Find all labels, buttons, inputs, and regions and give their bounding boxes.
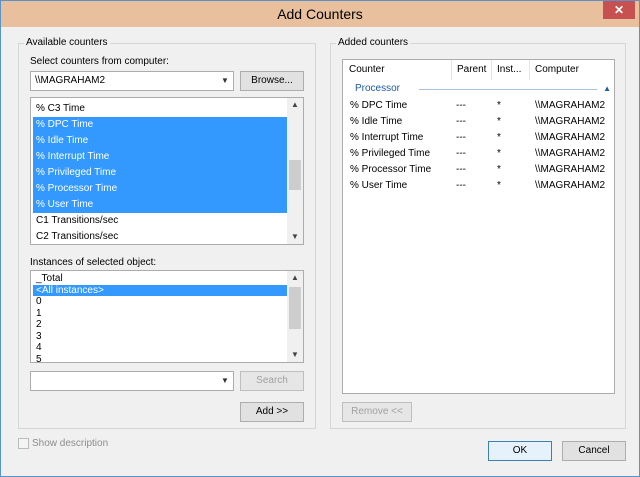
added-computer-cell: \\MAGRAHAM2 <box>535 132 606 143</box>
added-parent-cell: --- <box>456 164 466 175</box>
added-computer-cell: \\MAGRAHAM2 <box>535 164 606 175</box>
table-row[interactable]: % Privileged Time --- * \\MAGRAHAM2 <box>343 146 614 162</box>
added-instance-cell: * <box>497 116 501 127</box>
counters-scroll-thumb[interactable] <box>289 160 301 190</box>
ok-button[interactable]: OK <box>488 441 552 461</box>
counter-item[interactable]: C1 Transitions/sec <box>33 213 287 229</box>
processor-group-label: Processor <box>355 83 401 94</box>
search-button[interactable]: Search <box>240 371 304 391</box>
table-row[interactable]: % Processor Time --- * \\MAGRAHAM2 <box>343 162 614 178</box>
instance-item[interactable]: 4 <box>33 342 287 354</box>
instance-item[interactable]: 0 <box>33 296 287 308</box>
search-input[interactable]: ▼ <box>30 371 234 391</box>
counters-list[interactable]: % C3 Time% DPC Time% Idle Time% Interrup… <box>30 97 304 245</box>
table-row[interactable]: % Interrupt Time --- * \\MAGRAHAM2 <box>343 130 614 146</box>
column-computer[interactable]: Computer <box>529 60 615 80</box>
chevron-up-icon[interactable]: ▲ <box>287 98 303 112</box>
chevron-up-icon[interactable]: ▲ <box>603 82 611 96</box>
add-button[interactable]: Add >> <box>240 402 304 422</box>
added-computer-cell: \\MAGRAHAM2 <box>535 148 606 159</box>
counter-item[interactable]: % Interrupt Time <box>33 149 287 165</box>
table-row[interactable]: % User Time --- * \\MAGRAHAM2 <box>343 178 614 194</box>
chevron-up-icon[interactable]: ▲ <box>287 271 303 285</box>
group-divider <box>419 89 597 90</box>
added-parent-cell: --- <box>456 100 466 111</box>
added-parent-cell: --- <box>456 180 466 191</box>
counters-scrollbar[interactable]: ▲ ▼ <box>287 98 303 244</box>
added-counter-cell: % Interrupt Time <box>350 132 424 143</box>
added-instance-cell: * <box>497 180 501 191</box>
remove-button[interactable]: Remove << <box>342 402 412 422</box>
computer-select[interactable]: \\MAGRAHAM2 ▼ <box>30 71 234 91</box>
added-counter-cell: % Idle Time <box>350 116 403 127</box>
counter-item[interactable]: C2 Transitions/sec <box>33 229 287 244</box>
chevron-down-icon[interactable]: ▼ <box>217 72 233 90</box>
added-counter-cell: % User Time <box>350 180 408 191</box>
counter-item[interactable]: % User Time <box>33 197 287 213</box>
table-row[interactable]: % DPC Time --- * \\MAGRAHAM2 <box>343 98 614 114</box>
added-counter-cell: % DPC Time <box>350 100 408 111</box>
table-row[interactable]: % Idle Time --- * \\MAGRAHAM2 <box>343 114 614 130</box>
title-bar[interactable]: Add Counters ✕ <box>1 1 639 27</box>
available-counters-label: Available counters <box>24 37 110 48</box>
window-title: Add Counters <box>277 6 363 22</box>
added-instance-cell: * <box>497 132 501 143</box>
column-parent[interactable]: Parent <box>451 60 491 80</box>
added-instance-cell: * <box>497 100 501 111</box>
close-icon[interactable]: ✕ <box>603 1 635 19</box>
added-counters-list[interactable]: Counter Parent Inst... Computer Processo… <box>342 59 615 394</box>
added-computer-cell: \\MAGRAHAM2 <box>535 100 606 111</box>
counter-item[interactable]: % C3 Time <box>33 101 287 117</box>
counter-item[interactable]: % Processor Time <box>33 181 287 197</box>
added-computer-cell: \\MAGRAHAM2 <box>535 116 606 127</box>
column-counter[interactable]: Counter <box>343 60 451 80</box>
added-instance-cell: * <box>497 148 501 159</box>
added-computer-cell: \\MAGRAHAM2 <box>535 180 606 191</box>
instance-item[interactable]: 3 <box>33 331 287 343</box>
computer-label: Select counters from computer: <box>30 56 169 67</box>
instance-item[interactable]: 5 <box>33 354 287 363</box>
instance-item[interactable]: 1 <box>33 308 287 320</box>
chevron-down-icon[interactable]: ▼ <box>287 230 303 244</box>
show-description-label[interactable]: Show description <box>32 438 108 449</box>
instance-item[interactable]: <All instances> <box>33 284 287 296</box>
column-instance[interactable]: Inst... <box>491 60 529 80</box>
counter-item[interactable]: % Privileged Time <box>33 165 287 181</box>
browse-button[interactable]: Browse... <box>240 71 304 91</box>
chevron-down-icon[interactable]: ▼ <box>287 348 303 362</box>
added-parent-cell: --- <box>456 132 466 143</box>
added-instance-cell: * <box>497 164 501 175</box>
instances-scroll-thumb[interactable] <box>289 287 301 329</box>
added-parent-cell: --- <box>456 116 466 127</box>
instances-scrollbar[interactable]: ▲ ▼ <box>287 271 303 362</box>
added-parent-cell: --- <box>456 148 466 159</box>
show-description-checkbox[interactable] <box>18 438 29 449</box>
chevron-down-icon[interactable]: ▼ <box>217 372 233 390</box>
add-counters-dialog: Add Counters ✕ Available counters Select… <box>0 0 640 477</box>
counter-item[interactable]: % DPC Time <box>33 117 287 133</box>
instance-item[interactable]: _Total <box>33 273 287 285</box>
instances-label: Instances of selected object: <box>30 257 157 268</box>
computer-value: \\MAGRAHAM2 <box>35 75 106 86</box>
added-counters-label: Added counters <box>336 37 411 48</box>
counter-item[interactable]: % Idle Time <box>33 133 287 149</box>
added-counter-cell: % Processor Time <box>350 164 432 175</box>
added-counter-cell: % Privileged Time <box>350 148 431 159</box>
instances-list[interactable]: _Total <All instances> 0 1 2 3 4 5 ▲ ▼ <box>30 270 304 363</box>
instance-item[interactable]: 2 <box>33 319 287 331</box>
processor-group-header[interactable]: Processor ▲ <box>349 82 611 96</box>
cancel-button[interactable]: Cancel <box>562 441 626 461</box>
